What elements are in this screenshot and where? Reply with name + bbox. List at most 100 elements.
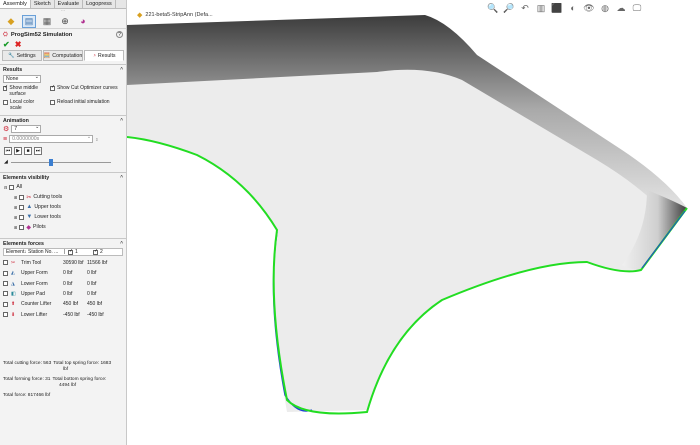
opt-local-color[interactable]: Local color scale — [3, 99, 47, 111]
tree-item-cutting-label: Cutting tools — [33, 194, 63, 200]
lower-checkbox[interactable] — [19, 214, 25, 220]
elements-visibility-header[interactable]: Elements visibility ^ — [0, 173, 126, 182]
graphics-viewport[interactable]: ◆ 221-beta5-StripAnn (Defa... 🔍 🔎 ↶ ▥ ⬛ … — [127, 0, 700, 445]
forces-summary: Total cutting force: 563 Total top spring… — [0, 361, 126, 399]
upper-checkbox[interactable] — [19, 204, 25, 210]
cutting-checkbox[interactable] — [19, 194, 25, 200]
display-manager-icon[interactable]: ◕ — [76, 15, 90, 28]
results-header[interactable]: Results ^ — [0, 65, 126, 74]
local-color-checkbox[interactable] — [3, 100, 8, 105]
hide-show-icon[interactable]: 👁 — [583, 3, 595, 14]
opt-show-middle-label: Show middle surface — [9, 85, 39, 97]
table-row[interactable]: ◮ Lower Form 0 lbf 0 lbf — [3, 279, 123, 289]
table-row[interactable]: ✂ Trim Tool 30590 lbf 11566 lbf — [3, 258, 123, 268]
expand-icon[interactable]: ⊞ — [14, 215, 17, 220]
opt-reload[interactable]: Reload initial simulation — [50, 99, 110, 111]
row-checkbox[interactable] — [3, 311, 8, 317]
tree-item-cutting[interactable]: ⊞ ✂ Cutting tools — [0, 192, 126, 202]
upper-form-icon: ◭ — [11, 270, 15, 277]
edit-appearance-icon[interactable]: ◍ — [599, 3, 611, 14]
speed-slider-thumb[interactable] — [48, 158, 53, 166]
col1-checkbox[interactable] — [68, 248, 73, 255]
animation-header[interactable]: Animation ^ — [0, 116, 126, 125]
time-field[interactable]: 0.0000000s — [9, 134, 94, 143]
step-back-button[interactable]: ⏮ — [4, 147, 12, 155]
part-model[interactable] — [127, 0, 700, 445]
all-checkbox[interactable] — [9, 184, 15, 190]
tree-item-upper[interactable]: ⊞ ▲ Upper tools — [0, 202, 126, 212]
stop-button[interactable]: ■ — [24, 147, 32, 155]
feature-manager-icon[interactable]: ◆ — [4, 15, 18, 28]
previous-view-icon[interactable]: ↶ — [519, 3, 531, 14]
speed-row: ◢ — [4, 158, 123, 166]
feature-title-row: ⛭ ProgSim52 Simulation ? — [0, 29, 126, 40]
step-select[interactable]: 7 — [11, 124, 42, 133]
tab-logopress[interactable]: Logopress — [83, 0, 116, 8]
pilots-checkbox[interactable] — [19, 224, 25, 230]
row-checkbox[interactable] — [3, 280, 8, 286]
tree-item-all[interactable]: ⊟ All — [0, 182, 126, 192]
tab-computation-label: Computation — [52, 52, 83, 59]
col-station[interactable]: Station No. ... — [28, 249, 64, 255]
col2-checkbox[interactable] — [93, 248, 98, 255]
zoom-to-fit-icon[interactable]: 🔍 — [487, 3, 499, 14]
opt-show-cut[interactable]: Show Cut Optimizer curves — [50, 84, 118, 97]
results-select[interactable]: None — [3, 74, 41, 83]
scene-icon[interactable]: ☁ — [615, 3, 627, 14]
total-force: Total force: 817466 lbf — [3, 392, 51, 398]
row-v2: -450 lbf — [87, 311, 104, 318]
cutting-tools-icon: ✂ — [26, 194, 32, 201]
breadcrumb[interactable]: ◆ 221-beta5-StripAnn (Defa... — [137, 11, 213, 19]
cancel-x-icon[interactable]: ✖ — [15, 40, 22, 49]
help-icon[interactable]: ? — [116, 31, 123, 38]
tab-evaluate[interactable]: Evaluate — [55, 0, 84, 8]
tree-item-lower[interactable]: ⊞ ▼ Lower tools — [0, 212, 126, 222]
row-checkbox[interactable] — [3, 291, 8, 297]
opt-show-middle[interactable]: Show middle surface — [3, 84, 47, 97]
reload-checkbox[interactable] — [50, 100, 55, 105]
results-options-row1: Show middle surface Show Cut Optimizer c… — [3, 84, 123, 97]
show-cut-checkbox[interactable] — [50, 84, 55, 91]
step-forward-button[interactable]: ⏭ — [34, 147, 42, 155]
ok-check-icon[interactable]: ✔ — [3, 40, 10, 49]
property-manager-icon[interactable]: ▤ — [22, 14, 36, 28]
table-row[interactable]: ⬇ Lower Lifter -450 lbf -450 lbf — [3, 309, 123, 319]
row-v1: 30590 lbf — [63, 260, 84, 267]
view-orientation-icon[interactable]: ⬛ — [551, 3, 563, 14]
table-row[interactable]: ⬆ Counter Lifter 450 lbf 450 lbf — [3, 299, 123, 309]
collapse-chevron-icon: ^ — [120, 117, 123, 124]
expand-icon[interactable]: ⊟ — [4, 185, 7, 190]
tab-computation[interactable]: 🧮 Computation — [42, 50, 84, 61]
view-settings-icon[interactable]: 🖵 — [631, 3, 643, 14]
row-checkbox[interactable] — [3, 270, 8, 276]
speed-slider[interactable] — [10, 158, 111, 166]
expand-icon[interactable]: ⊞ — [14, 195, 17, 200]
configuration-manager-icon[interactable]: ▦ — [40, 15, 54, 28]
tree-item-all-label: All — [16, 184, 23, 190]
expand-icon[interactable]: ⊞ — [14, 225, 17, 230]
tab-results[interactable]: ◔ Results — [84, 50, 124, 61]
elements-forces-header[interactable]: Elements forces ^ — [0, 239, 126, 248]
expand-icon[interactable]: ⊞ — [14, 205, 17, 210]
animation-section: Animation ^ ⚙ 7 ≡ 0.0000000s ⇕ ⏮ ▶ ■ ⏭ ◢ — [0, 115, 126, 166]
play-button[interactable]: ▶ — [14, 147, 22, 155]
lower-lifter-icon: ⬇ — [11, 311, 16, 318]
col-element[interactable]: Element — [4, 249, 24, 255]
computation-icon: 🧮 — [43, 52, 51, 59]
tree-item-pilots[interactable]: ⊞ ◆ Pilots — [0, 222, 126, 232]
tab-settings[interactable]: 🔧 Settings — [2, 50, 42, 61]
tab-assembly[interactable]: Assembly — [0, 0, 31, 8]
zoom-area-icon[interactable]: 🔎 — [503, 3, 515, 14]
table-row[interactable]: ◭ Upper Form 0 lbf 0 lbf — [3, 268, 123, 278]
show-middle-checkbox[interactable] — [3, 84, 9, 91]
page-title: ProgSim52 Simulation — [10, 31, 73, 38]
display-style-icon[interactable]: ◐ — [567, 3, 579, 14]
row-checkbox[interactable] — [3, 260, 8, 266]
time-spinner-icon[interactable]: ⇕ — [95, 137, 98, 142]
table-row[interactable]: ◧ Upper Pad 0 lbf 0 lbf — [3, 289, 123, 299]
dimxpert-icon[interactable]: ⊕ — [58, 15, 72, 28]
upper-tools-icon: ▲ — [26, 204, 33, 210]
section-view-icon[interactable]: ▥ — [535, 3, 547, 14]
row-checkbox[interactable] — [3, 301, 8, 307]
tab-sketch[interactable]: Sketch — [31, 0, 55, 8]
